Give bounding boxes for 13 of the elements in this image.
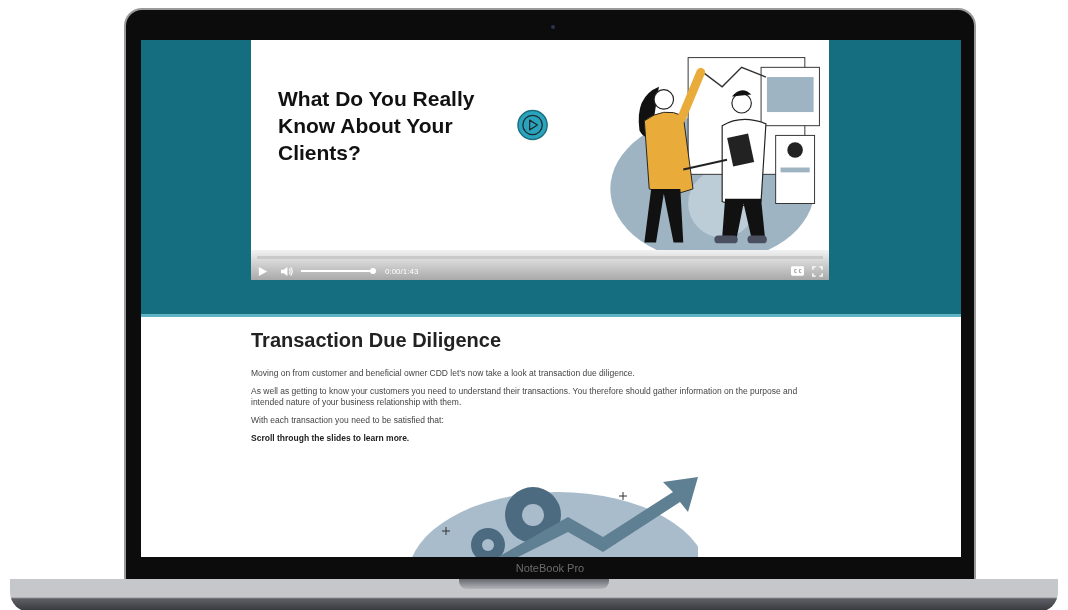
body-text: Moving on from customer and beneficial owner CDD let’s now take a look at transaction due diligence.	[251, 368, 636, 379]
captions-icon[interactable]	[791, 266, 804, 276]
play-icon[interactable]	[516, 109, 548, 141]
body-text: As well as getting to know your customers you need to understand their transactions. You therefore should gather information on the purpose and intended nature of your business relationship with them.	[251, 386, 799, 408]
laptop-brand-label: NoteBook Pro	[514, 561, 586, 576]
fullscreen-icon[interactable]	[812, 265, 823, 277]
video-time: 0:00/1:43	[385, 266, 419, 276]
volume-icon[interactable]	[280, 265, 293, 277]
section-heading: Transaction Due Diligence	[251, 329, 503, 352]
body-text: With each transaction you need to be satisfied that:	[251, 415, 445, 426]
camera-icon	[551, 25, 555, 29]
video-title: What Do You Really Know About Your Clients?	[278, 85, 476, 166]
instruction-text: Scroll through the slides to learn more.	[251, 433, 411, 444]
